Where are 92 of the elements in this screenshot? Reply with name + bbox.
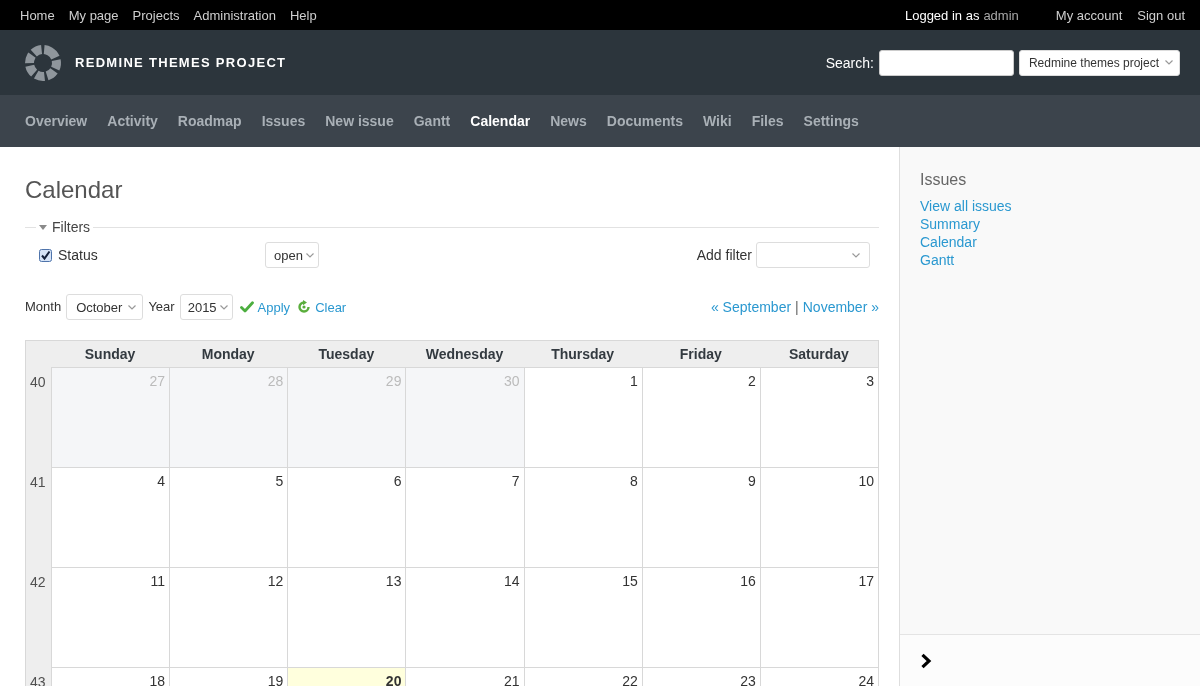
menu-tab[interactable]: Activity [107,113,158,129]
caret-icon [305,252,314,258]
year-select[interactable]: 2015 [179,294,233,320]
month-select[interactable]: October [66,294,144,320]
menu-tab[interactable]: Documents [606,113,683,129]
day-number: 14 [504,573,520,589]
day-number: 23 [740,673,756,686]
day-number: 6 [393,473,402,489]
caret-icon [852,252,860,258]
search-label: Search: [825,54,874,71]
day-number: 10 [858,473,874,489]
top-menu-link[interactable]: Projects [132,7,180,23]
link-separator: | [795,299,799,315]
apply-link[interactable]: Apply [239,299,291,315]
day-number: 29 [385,373,402,389]
day-number: 3 [866,373,874,389]
day-number: 17 [858,573,874,589]
chevron-right-icon [920,652,932,669]
menu-tab[interactable]: Gantt [413,113,451,129]
day-number: 13 [385,573,402,589]
account-link[interactable]: My account [1055,7,1123,23]
day-number: 30 [504,373,520,389]
day-number: 1 [629,373,638,389]
day-number: 7 [511,473,520,489]
caret-icon [128,304,137,310]
week-number: 40 [30,374,46,390]
sidebar-link[interactable]: Calendar [920,233,977,251]
day-number: 18 [149,673,166,686]
day-number: 4 [157,473,166,489]
day-number: 8 [629,473,638,489]
weekday-header: Monday [201,346,255,362]
sidebar-link[interactable]: Summary [920,215,980,233]
weekday-header: Saturday [788,346,849,362]
top-menu-link[interactable]: My page [68,7,119,23]
filters-toggle[interactable]: Filters [36,219,94,235]
day-number: 15 [622,573,638,589]
menu-tab[interactable]: Overview [25,113,88,129]
account-link[interactable]: Sign out [1137,7,1185,23]
menu-tab[interactable]: Wiki [703,113,732,129]
top-menu-link[interactable]: Home [20,7,55,23]
sidebar-link[interactable]: Gantt [920,251,955,269]
day-number: 27 [149,373,166,389]
logo-icon [24,43,62,82]
filter-label: Status [58,247,99,263]
caret-icon [219,304,228,310]
user-link[interactable]: admin [983,7,1019,23]
day-number: 24 [858,673,874,686]
menu-tab[interactable]: Roadmap [177,113,242,129]
day-number: 28 [267,373,284,389]
month-label: Month [25,298,62,314]
sidebar-heading: Issues [920,170,967,190]
menu-tab[interactable]: Calendar [470,113,531,129]
filter-checkbox[interactable] [39,248,52,262]
search-field[interactable] [878,49,1014,76]
top-menu-link[interactable]: Administration [193,7,276,23]
weekday-header: Sunday [84,346,136,362]
menu-tab[interactable]: News [550,113,587,129]
weekday-header: Friday [679,346,722,362]
refresh-icon [297,300,312,314]
weekday-header: Tuesday [318,346,375,362]
clear-link[interactable]: Clear [297,299,347,315]
project-jump-select[interactable]: Redmine themes project [1018,49,1180,76]
week-number: 42 [30,574,46,590]
week-number: 41 [30,474,46,490]
day-number: 5 [275,473,284,489]
day-number: 20 [385,673,402,686]
menu-tab[interactable]: Settings [803,113,859,129]
day-number: 9 [748,473,756,489]
weekday-header: Wednesday [425,346,504,362]
day-number: 19 [267,673,284,686]
day-number: 16 [740,573,756,589]
day-number: 22 [622,673,638,686]
menu-tab[interactable]: New issue [325,113,394,129]
sidebar-link[interactable]: View all issues [920,197,1012,215]
page-title: Calendar [25,177,124,203]
logged-in-label: Logged in as [904,7,980,23]
top-menu-link[interactable]: Help [289,7,317,23]
day-number: 12 [267,573,284,589]
day-number: 2 [748,373,756,389]
menu-tab[interactable]: Issues [261,113,306,129]
previous-month-link[interactable]: « September [710,299,792,315]
day-number: 11 [150,573,166,589]
checkmark-icon [239,301,254,313]
menu-tab[interactable]: Files [751,113,784,129]
add-filter-label: Add filter [696,247,752,263]
year-label: Year [148,298,175,314]
caret-icon [1165,60,1173,65]
weekday-header: Thursday [551,346,615,362]
operator-select[interactable]: open [265,242,319,268]
project-title: REDMINE THEMES PROJECT [75,55,287,70]
day-number: 21 [504,673,520,686]
next-month-link[interactable]: November » [802,299,879,315]
